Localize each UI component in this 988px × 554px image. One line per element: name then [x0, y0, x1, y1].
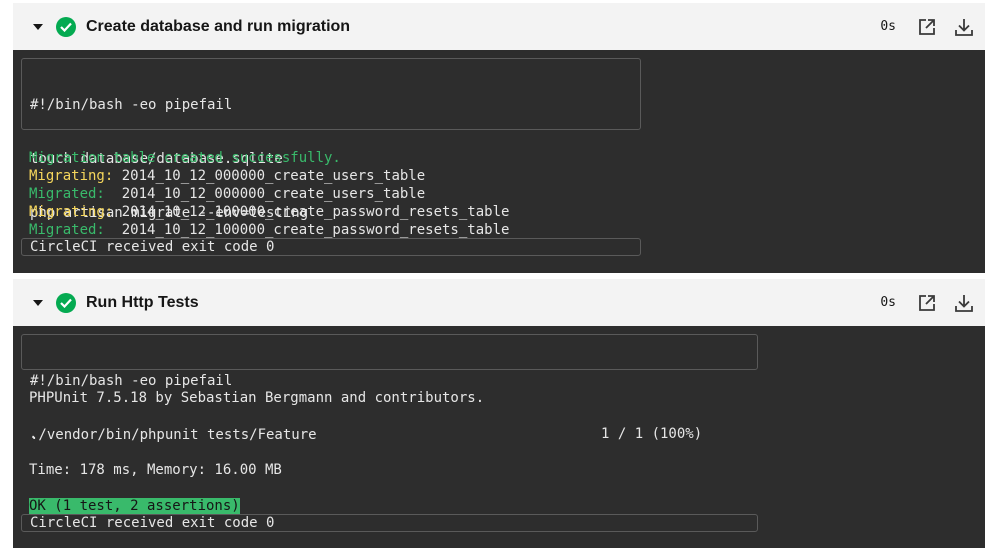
ok-summary: OK (1 test, 2 assertions)	[29, 498, 240, 514]
step-duration: 0s	[880, 295, 896, 310]
output-line: Migrated: 2014_10_12_100000_create_passw…	[29, 222, 510, 238]
step-header-migration[interactable]: Create database and run migration 0s	[13, 3, 985, 50]
output-line: Time: 178 ms, Memory: 16.00 MB	[29, 462, 282, 478]
terminal-output-migration: #!/bin/bash -eo pipefail touch database/…	[13, 50, 985, 273]
step-duration: 0s	[880, 19, 896, 34]
exit-code-box: CircleCI received exit code 0	[21, 238, 641, 256]
output-line: PHPUnit 7.5.18 by Sebastian Bergmann and…	[29, 390, 485, 406]
chevron-down-icon[interactable]	[33, 299, 43, 306]
step-title: Run Http Tests	[86, 293, 199, 311]
output-line: Migrating: 2014_10_12_000000_create_user…	[29, 168, 426, 184]
command-box: #!/bin/bash -eo pipefail touch database/…	[21, 58, 641, 221]
step-title: Create database and run migration	[86, 17, 351, 35]
exit-code-box: CircleCI received exit code 0	[21, 514, 758, 532]
step-header-http-tests[interactable]: Run Http Tests 0s	[13, 279, 985, 326]
output-line: OK (1 test, 2 assertions)	[29, 497, 240, 515]
output-line: Migrated: 2014_10_12_000000_create_users…	[29, 186, 426, 202]
terminal-output-http-tests: #!/bin/bash -eo pipefail ./vendor/bin/ph…	[13, 326, 985, 548]
command-line: #!/bin/bash -eo pipefail	[30, 373, 233, 389]
chevron-down-icon[interactable]	[33, 23, 43, 30]
output-line: Migrating: 2014_10_12_100000_create_pass…	[29, 204, 510, 220]
check-circle-icon	[56, 292, 76, 313]
command-box: #!/bin/bash -eo pipefail ./vendor/bin/ph…	[21, 334, 758, 443]
download-icon[interactable]	[954, 17, 974, 37]
command-line: #!/bin/bash -eo pipefail	[30, 97, 233, 113]
progress-line: 1 / 1 (100%)	[601, 426, 703, 442]
output-line: .	[29, 426, 38, 442]
download-icon[interactable]	[954, 293, 974, 313]
external-link-icon[interactable]	[917, 17, 937, 37]
external-link-icon[interactable]	[917, 293, 937, 313]
check-circle-icon	[56, 16, 76, 37]
output-line: Migration table created successfully.	[29, 150, 341, 166]
